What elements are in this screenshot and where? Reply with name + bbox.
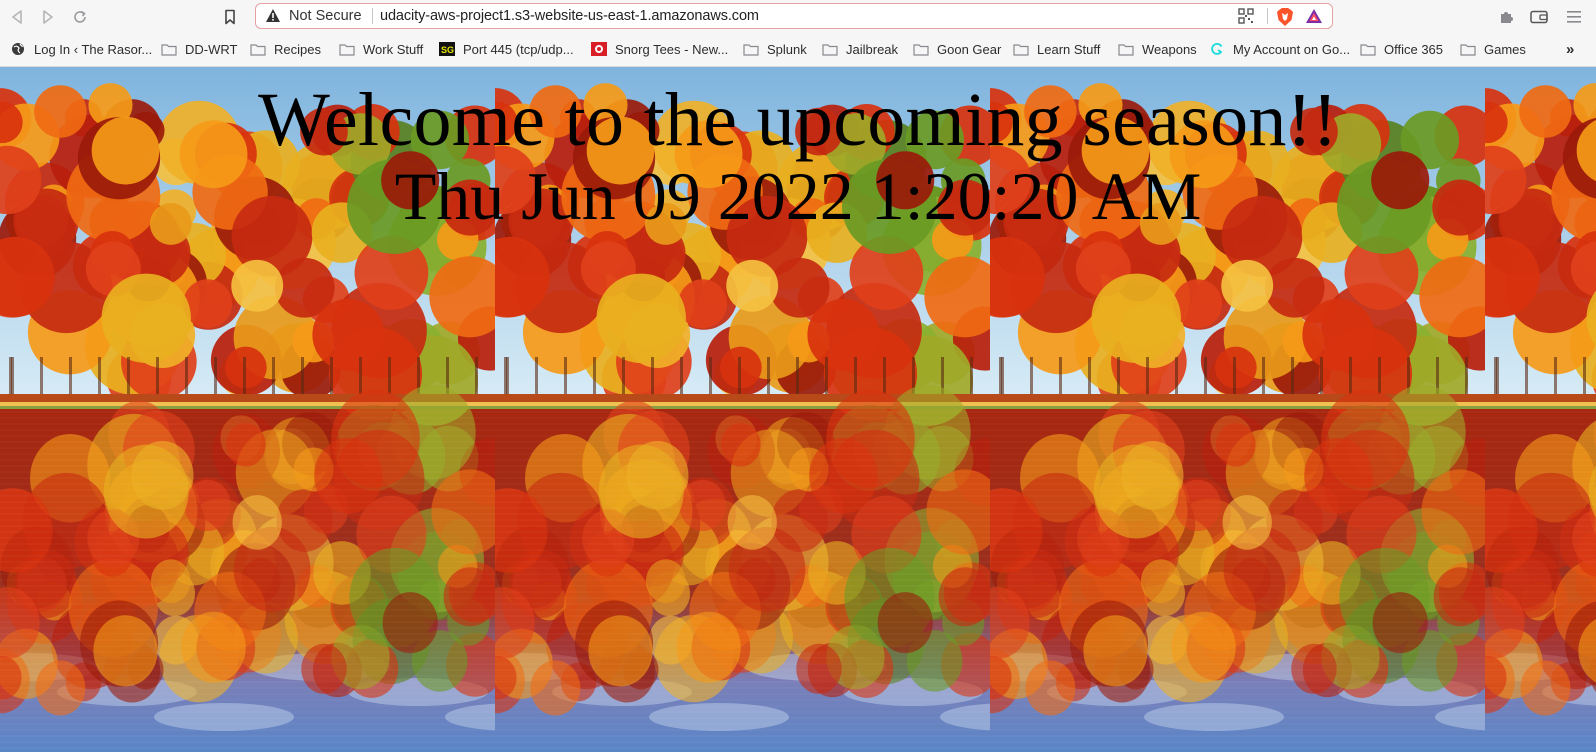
wallet-icon[interactable] xyxy=(1528,6,1550,28)
bookmark-item[interactable]: My Account on Go... xyxy=(1209,36,1350,62)
bookmark-folder[interactable]: Weapons xyxy=(1118,36,1197,62)
brave-shields-icon[interactable] xyxy=(1276,7,1294,32)
bookmark-folder[interactable]: Games xyxy=(1460,36,1526,62)
folder-icon xyxy=(822,42,838,56)
reload-icon[interactable] xyxy=(69,6,91,28)
url-text[interactable]: udacity-aws-project1.s3-website-us-east-… xyxy=(380,8,759,24)
bookmark-item[interactable]: SG Port 445 (tcp/udp... xyxy=(439,36,574,62)
address-divider xyxy=(1267,8,1268,24)
address-bar[interactable]: Not Secure udacity-aws-project1.s3-websi… xyxy=(255,3,1333,29)
folder-icon xyxy=(1013,42,1029,56)
page-headline: Welcome to the upcoming season!! xyxy=(258,78,1338,162)
menu-icon[interactable] xyxy=(1563,6,1585,28)
browser-chrome: Not Secure udacity-aws-project1.s3-websi… xyxy=(0,0,1596,67)
page-content: Welcome to the upcoming season!! Thu Jun… xyxy=(0,67,1596,752)
folder-icon xyxy=(1460,42,1476,56)
folder-icon xyxy=(161,42,177,56)
warning-icon[interactable] xyxy=(265,8,281,28)
globe-icon xyxy=(10,42,26,56)
bookmark-item[interactable]: Snorg Tees - New... xyxy=(591,36,728,62)
bookmark-folder[interactable]: Office 365 xyxy=(1360,36,1443,62)
bookmark-folder[interactable]: Jailbreak xyxy=(822,36,898,62)
bookmark-folder[interactable]: Work Stuff xyxy=(339,36,423,62)
bookmarks-bar: Log In ‹ The Rasor... DD-WRT Recipes Wor… xyxy=(0,36,1596,62)
snorg-icon xyxy=(591,42,607,56)
bookmark-folder[interactable]: DD-WRT xyxy=(161,36,237,62)
folder-icon xyxy=(1118,42,1134,56)
folder-icon xyxy=(339,42,355,56)
bookmark-folder[interactable]: Splunk xyxy=(743,36,807,62)
qr-code-icon[interactable] xyxy=(1238,8,1254,29)
address-divider xyxy=(372,8,373,24)
folder-icon xyxy=(913,42,929,56)
extensions-icon[interactable] xyxy=(1495,6,1517,28)
security-label[interactable]: Not Secure xyxy=(289,8,362,24)
back-icon[interactable] xyxy=(6,6,28,28)
bookmarks-overflow-button[interactable]: » xyxy=(1566,36,1574,62)
date-time-display: Thu Jun 09 2022 1:20:20 AM xyxy=(394,158,1202,234)
bookmark-folder[interactable]: Goon Gear xyxy=(913,36,1001,62)
bookmark-item[interactable]: Log In ‹ The Rasor... xyxy=(10,36,152,62)
bookmark-icon[interactable] xyxy=(219,6,241,28)
browser-toolbar: Not Secure udacity-aws-project1.s3-websi… xyxy=(0,0,1596,33)
folder-icon xyxy=(1360,42,1376,56)
bookmark-folder[interactable]: Learn Stuff xyxy=(1013,36,1100,62)
forward-icon[interactable] xyxy=(37,6,59,28)
bookmark-folder[interactable]: Recipes xyxy=(250,36,321,62)
svg-text:SG: SG xyxy=(441,45,454,55)
sg-icon: SG xyxy=(439,42,455,56)
folder-icon xyxy=(743,42,759,56)
brave-rewards-icon[interactable] xyxy=(1305,8,1323,29)
folder-icon xyxy=(250,42,266,56)
godaddy-icon xyxy=(1209,42,1225,56)
